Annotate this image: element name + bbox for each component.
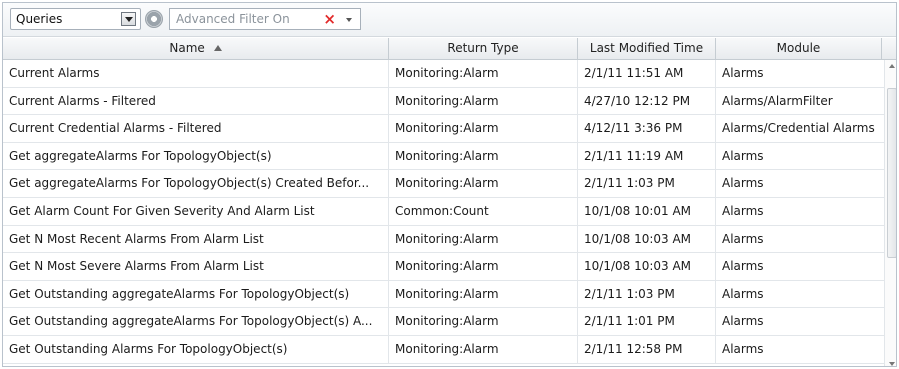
cell-name: Get N Most Severe Alarms From Alarm List [3, 253, 389, 281]
query-table: Name Return Type Last Modified Time Modu… [3, 38, 896, 366]
scroll-thumb[interactable] [887, 88, 896, 258]
cell-return-type: Monitoring:Alarm [389, 253, 578, 281]
cell-module: Alarms [722, 176, 764, 191]
cell-module: Alarms [722, 66, 764, 80]
query-browser-panel: Queries Advanced Filter On × Name Return… [2, 2, 897, 367]
toolbar: Queries Advanced Filter On × [3, 3, 896, 37]
cell-name: Get Alarm Count For Given Severity And A… [3, 197, 389, 225]
cell-modified: 2/1/11 11:51 AM [578, 60, 716, 87]
cell-name: Current Credential Alarms - Filtered [3, 115, 389, 143]
cell-modified: 2/1/11 1:01 PM [578, 308, 716, 336]
cell-module: Alarms [722, 286, 764, 301]
cell-return-type: Monitoring:Alarm [389, 335, 578, 363]
cell-modified: 2/1/11 1:03 PM [578, 280, 716, 308]
cell-module: Alarms/AlarmFilter [722, 93, 833, 108]
query-type-select[interactable]: Queries [10, 8, 141, 30]
cell-modified: 2/1/11 12:58 PM [578, 335, 716, 363]
cell-return-type: Monitoring:Alarm [389, 142, 578, 170]
cell-name: Current Alarms [3, 60, 389, 87]
cell-modified: 4/12/11 3:36 PM [578, 115, 716, 143]
cell-name: Get aggregateAlarms For TopologyObject(s… [3, 170, 389, 198]
column-label-name: Name [169, 41, 205, 55]
table-row[interactable]: Get aggregateAlarms For TopologyObject(s… [3, 170, 896, 198]
table-row[interactable]: Get aggregateAlarms For TopologyObject(s… [3, 142, 896, 171]
table-row[interactable]: Get Outstanding aggregateAlarms For Topo… [3, 308, 896, 336]
table-row[interactable]: Get N Most Severe Alarms From Alarm List… [3, 253, 896, 281]
cell-modified: 2/1/11 1:03 PM [578, 170, 716, 198]
vertical-scrollbar[interactable] [884, 60, 896, 366]
table-row[interactable]: Current Credential Alarms - Filtered Mon… [3, 115, 896, 143]
cell-modified: 2/1/11 11:19 AM [578, 142, 716, 170]
cell-module: Alarms/Credential Alarms [722, 121, 875, 136]
table-header: Name Return Type Last Modified Time Modu… [3, 38, 896, 60]
cell-module: Alarms [722, 203, 764, 218]
cell-return-type: Monitoring:Alarm [389, 308, 578, 336]
cell-name: Get Outstanding aggregateAlarms For Topo… [3, 280, 389, 308]
cell-return-type: Monitoring:Alarm [389, 87, 578, 115]
cell-name: Current Alarms - Filtered [3, 87, 389, 115]
table-row[interactable]: Current Alarms - Filtered Monitoring:Ala… [3, 87, 896, 116]
advanced-filter-input[interactable]: Advanced Filter On × [169, 8, 361, 30]
cell-return-type: Monitoring:Alarm [389, 225, 578, 253]
column-header-last-modified[interactable]: Last Modified Time [578, 38, 716, 60]
cell-return-type: Monitoring:Alarm [389, 115, 578, 143]
filter-placeholder: Advanced Filter On [176, 12, 290, 26]
cell-name: Get aggregateAlarms For TopologyObject(s… [3, 142, 389, 170]
cell-modified: 10/1/08 10:03 AM [578, 253, 716, 281]
gear-icon[interactable] [145, 10, 163, 28]
cell-module: Alarms [722, 231, 764, 246]
chevron-down-icon[interactable] [121, 12, 136, 26]
cell-module: Alarms [722, 259, 764, 274]
cell-modified: 4/27/10 12:12 PM [578, 87, 716, 115]
cell-modified: 10/1/08 10:03 AM [578, 225, 716, 253]
table-row[interactable]: Get Outstanding aggregateAlarms For Topo… [3, 280, 896, 309]
table-row[interactable]: Get N Most Recent Alarms From Alarm List… [3, 225, 896, 254]
column-label-last-modified: Last Modified Time [589, 41, 704, 55]
chevron-down-icon[interactable] [346, 18, 352, 22]
cell-module: Alarms [722, 148, 764, 163]
cell-module: Alarms [722, 341, 764, 356]
column-header-name[interactable]: Name [3, 38, 389, 60]
scroll-down-icon[interactable] [889, 362, 895, 366]
cell-return-type: Monitoring:Alarm [389, 60, 578, 87]
query-type-value: Queries [16, 12, 63, 26]
column-label-module: Module [776, 41, 821, 55]
column-header-return-type[interactable]: Return Type [389, 38, 578, 60]
sort-ascending-icon [213, 45, 222, 51]
cell-modified: 10/1/08 10:01 AM [578, 197, 716, 225]
column-label-return-type: Return Type [447, 41, 519, 55]
cell-return-type: Monitoring:Alarm [389, 280, 578, 308]
cell-name: Get Outstanding Alarms For TopologyObjec… [3, 335, 389, 363]
cell-module: Alarms [722, 314, 764, 329]
table-body: Current Alarms Monitoring:Alarm 2/1/11 1… [3, 60, 896, 364]
column-header-module[interactable]: Module [716, 38, 882, 60]
scroll-up-icon[interactable] [889, 64, 895, 68]
table-row[interactable]: Current Alarms Monitoring:Alarm 2/1/11 1… [3, 60, 896, 88]
cell-name: Get N Most Recent Alarms From Alarm List [3, 225, 389, 253]
cell-return-type: Common:Count [389, 197, 578, 225]
cell-return-type: Monitoring:Alarm [389, 170, 578, 198]
table-row[interactable]: Get Outstanding Alarms For TopologyObjec… [3, 335, 896, 364]
close-icon[interactable]: × [323, 10, 336, 28]
cell-name: Get Outstanding aggregateAlarms For Topo… [3, 308, 389, 336]
table-row[interactable]: Get Alarm Count For Given Severity And A… [3, 197, 896, 226]
